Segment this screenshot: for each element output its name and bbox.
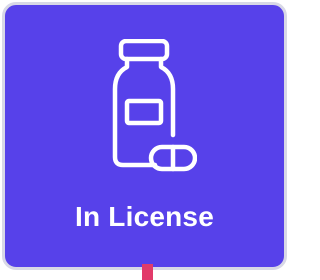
card-title: In License: [75, 201, 214, 232]
in-license-card[interactable]: In License: [2, 2, 287, 270]
bottom-marker: [142, 264, 153, 280]
pill-bottle-capsule-icon: [101, 39, 197, 175]
